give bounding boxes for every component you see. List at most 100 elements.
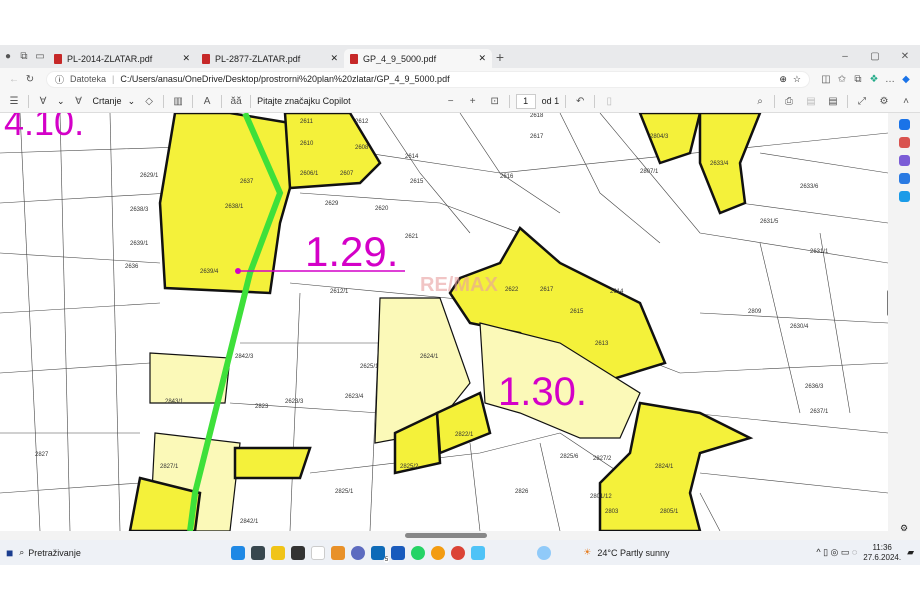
copilot-button[interactable]: Pitajte značajku Copilot [257, 96, 351, 106]
tab-gp-4-9-5000[interactable]: GP_4_9_5000.pdf ✕ [344, 49, 492, 68]
parcel-label: 2638/1 [225, 204, 244, 210]
games-sidebar-icon[interactable] [898, 155, 910, 166]
contents-icon[interactable]: ☰ [6, 93, 22, 109]
parcel-label: 2616 [500, 174, 514, 180]
horizontal-scroll-thumb[interactable] [405, 533, 487, 538]
parcel-label: 2624/1 [420, 354, 439, 360]
draw-icon[interactable]: ∀ [71, 93, 87, 109]
weather-widget[interactable]: 24°C Partly sunny [597, 548, 669, 558]
parcel-label: 2625/1 [360, 364, 379, 370]
copilot-app-icon[interactable] [351, 545, 366, 560]
parcel-label: 2827 [35, 452, 49, 458]
settings-icon[interactable]: ⚙ [876, 93, 892, 109]
horizontal-scrollbar[interactable] [0, 531, 888, 540]
highlight-icon[interactable]: ∀ [35, 93, 51, 109]
parcel-label: 2612/1 [330, 289, 349, 295]
parcel-label: 2614 [405, 154, 419, 160]
maximize-icon[interactable]: ▢ [860, 49, 890, 65]
sidebar-settings-icon[interactable]: ⚙ [900, 523, 908, 534]
zoom-icon[interactable]: ⊕ [779, 74, 787, 85]
fullscreen-icon[interactable]: ⤢ [854, 93, 870, 109]
eraser-icon[interactable]: ◇ [141, 93, 157, 109]
search-sidebar-icon[interactable] [898, 119, 910, 130]
minimize-icon[interactable]: – [830, 49, 860, 65]
view-icon[interactable]: ▥ [170, 93, 186, 109]
sublime-icon[interactable] [331, 545, 346, 560]
parcel-label: 2827/1 [160, 464, 179, 470]
app-icon-circle[interactable] [431, 545, 446, 560]
parcel-label: 2623/3 [285, 399, 304, 405]
refresh-icon[interactable]: ↻ [22, 71, 38, 87]
whatsapp-icon[interactable] [411, 545, 426, 560]
app-icon-tray[interactable] [537, 545, 552, 560]
parcel-label: 2824/1 [655, 464, 674, 470]
parcel-label: 2630/4 [790, 324, 809, 330]
address-bar-row: ← ↻ ⓘ Datoteka | C:/Users/anasu/OneDrive… [0, 68, 920, 90]
mail-app-icon[interactable]: 5 [371, 545, 390, 563]
mail-badge: 5 [383, 556, 390, 563]
edge-app-icon[interactable] [231, 545, 246, 560]
clock[interactable]: 11:36 27.6.2024. [863, 543, 901, 563]
close-tab-icon[interactable]: ✕ [478, 53, 486, 64]
tab-pl-2014[interactable]: PL-2014-ZLATAR.pdf ✕ [48, 49, 196, 68]
fit-page-icon[interactable]: ⊡ [487, 93, 503, 109]
parcel-label: 2842/1 [240, 519, 259, 525]
search-icon[interactable]: ⌕ [752, 93, 768, 109]
app-icon[interactable] [311, 545, 326, 560]
parcel-label: 2618 [530, 113, 544, 119]
translate-icon[interactable]: ăă [228, 93, 244, 109]
more-icon[interactable]: … [882, 71, 898, 87]
parcel-label: 2620 [375, 206, 389, 212]
app-icon-blue[interactable] [471, 545, 486, 560]
tab-pl-2877[interactable]: PL-2877-ZLATAR.pdf ✕ [196, 49, 344, 68]
save-as-icon[interactable]: ▤ [825, 93, 841, 109]
close-tab-icon[interactable]: ✕ [182, 53, 190, 64]
save-icon[interactable]: ▤ [803, 93, 819, 109]
chrome-icon[interactable] [451, 545, 466, 560]
two-page-icon[interactable]: ▯ [601, 93, 617, 109]
parcel-label: 2826 [515, 489, 529, 495]
edge-sidebar: ⚙ [888, 113, 920, 540]
page-input[interactable]: 1 [515, 93, 536, 109]
office-sidebar-icon[interactable] [898, 173, 910, 184]
tab-actions-icon[interactable]: ▭ [32, 49, 48, 65]
dropbox-icon[interactable] [291, 545, 306, 560]
zone-marker [235, 268, 241, 274]
pdf-map-canvas[interactable]: 4.10. 1.29. 1.30. RE/MAX 2611 2612 2608 260… [0, 113, 888, 531]
notifications-icon[interactable]: ▰ [907, 547, 914, 558]
parcel-label: 2801/12 [590, 494, 612, 500]
extension-icon[interactable]: ❖ [866, 71, 882, 87]
outlook-sidebar-icon[interactable] [898, 191, 910, 202]
favorite-icon[interactable]: ☆ [793, 74, 801, 85]
zoom-out-icon[interactable]: − [443, 93, 459, 109]
address-bar[interactable]: ⓘ Datoteka | C:/Users/anasu/OneDrive/Des… [46, 70, 810, 88]
print-icon[interactable]: ⎙ [781, 93, 797, 109]
parcel-label: 2622 [505, 287, 519, 293]
parcel-label: 2825/2 [400, 464, 419, 470]
parcel-label: 2809 [748, 309, 762, 315]
tools-sidebar-icon[interactable] [898, 137, 910, 148]
profile-icon[interactable]: ● [0, 49, 16, 65]
split-screen-icon[interactable]: ◫ [818, 71, 834, 87]
collections-icon[interactable]: ⧉ [850, 71, 866, 87]
draw-button[interactable]: Crtanje [93, 96, 122, 106]
collections-icon[interactable]: ⧉ [16, 49, 32, 65]
parcel-label: 2629/1 [140, 173, 159, 179]
back-icon[interactable]: ← [6, 71, 22, 87]
close-tab-icon[interactable]: ✕ [330, 53, 338, 64]
collapse-toolbar-icon[interactable]: ˄ [898, 93, 914, 109]
favorites-icon[interactable]: ✩ [834, 71, 850, 87]
store-app-icon[interactable] [251, 545, 266, 560]
close-window-icon[interactable]: ✕ [890, 49, 920, 65]
windows-start-icon[interactable]: ■ [6, 546, 13, 560]
parcel-label: 2633/6 [800, 184, 819, 190]
word-app-icon[interactable] [391, 545, 406, 560]
rotate-icon[interactable]: ↶ [572, 93, 588, 109]
read-aloud-icon[interactable]: A [199, 93, 215, 109]
tray-icons[interactable]: ^ ▯ ◎ ▭ ◌ [816, 547, 857, 558]
copilot-icon[interactable]: ◆ [898, 71, 914, 87]
taskbar-search[interactable]: ⌕ Pretraživanje [19, 547, 169, 558]
zoom-in-icon[interactable]: + [465, 93, 481, 109]
file-explorer-icon[interactable] [271, 545, 286, 560]
new-tab-icon[interactable]: + [492, 49, 508, 65]
